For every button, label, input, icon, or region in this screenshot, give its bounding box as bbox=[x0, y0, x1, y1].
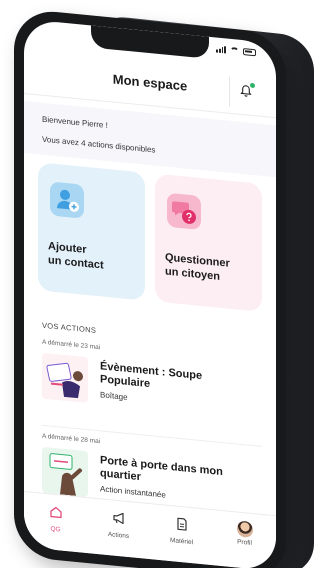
add-contact-label: Ajouter un contact bbox=[48, 239, 139, 276]
available-actions-text: Vous avez 4 actions disponibles bbox=[42, 134, 156, 155]
item-illustration bbox=[42, 352, 88, 404]
document-icon bbox=[176, 517, 187, 531]
phone-frame: Mon espace Bienvenue Pierre ! Vous avez … bbox=[14, 8, 286, 568]
nav-item-qg[interactable]: QG bbox=[31, 499, 81, 536]
device-mockup: Mon espace Bienvenue Pierre ! Vous avez … bbox=[0, 0, 330, 568]
item-start-date: A démarré le 28 mai bbox=[42, 432, 101, 446]
item-illustration bbox=[42, 446, 88, 498]
item-action-type: Action instantanée bbox=[100, 484, 166, 500]
add-contact-icon bbox=[50, 181, 84, 219]
add-contact-card[interactable]: Ajouter un contact bbox=[38, 162, 145, 301]
notification-dot bbox=[250, 82, 255, 89]
megaphone-icon bbox=[112, 512, 124, 525]
item-start-date: A démarré le 23 mai bbox=[42, 338, 101, 352]
nav-item-materiel[interactable]: Matériel bbox=[157, 511, 207, 548]
nav-item-profil[interactable]: Profil bbox=[220, 517, 270, 549]
home-icon bbox=[49, 506, 62, 519]
actions-list: A démarré le 23 mai Évènement : Soupe Po… bbox=[24, 337, 276, 500]
chat-bubbles-icon bbox=[167, 192, 201, 231]
quick-actions: Ajouter un contact Questionner un citoye… bbox=[38, 162, 262, 312]
item-action-type: Boîtage bbox=[100, 390, 128, 402]
nav-label-actions: Actions bbox=[107, 531, 130, 541]
notch bbox=[91, 25, 209, 59]
notifications-button[interactable] bbox=[229, 76, 260, 110]
wifi-icon bbox=[230, 46, 239, 55]
app-screen: Mon espace Bienvenue Pierre ! Vous avez … bbox=[24, 18, 276, 568]
ask-citizen-label: Questionner un citoyen bbox=[165, 251, 256, 288]
ask-citizen-card[interactable]: Questionner un citoyen bbox=[155, 173, 262, 312]
nav-label-materiel: Matériel bbox=[169, 537, 194, 547]
battery-icon bbox=[243, 48, 256, 57]
nav-label-qg: QG bbox=[50, 525, 61, 534]
nav-item-actions[interactable]: Actions bbox=[94, 505, 144, 542]
welcome-greeting: Bienvenue Pierre ! bbox=[42, 114, 108, 131]
status-icons bbox=[216, 45, 256, 57]
nav-label-profil: Profil bbox=[237, 538, 252, 547]
signal-icon bbox=[216, 45, 226, 54]
section-title-actions: VOS ACTIONS bbox=[42, 320, 97, 335]
avatar bbox=[236, 520, 253, 538]
